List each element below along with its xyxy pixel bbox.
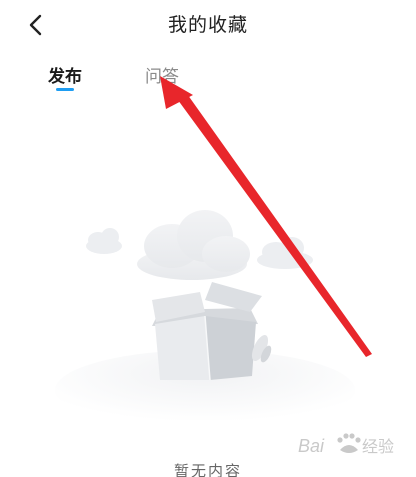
- cloud-left: [86, 228, 122, 254]
- page-title: 我的收藏: [167, 14, 248, 36]
- tab-publish[interactable]: 发布: [48, 62, 82, 87]
- svg-text:Bai: Bai: [298, 436, 325, 456]
- favorites-page: 我的收藏 发布 问答 暂无内容 Bai 经验: [0, 0, 416, 477]
- empty-box-illustration: [55, 210, 355, 420]
- cloud-center: [137, 210, 250, 280]
- svg-text:经验: 经验: [362, 437, 394, 456]
- tab-qa[interactable]: 问答: [145, 62, 179, 87]
- baidu-watermark-logo: Bai 经验: [298, 433, 394, 456]
- top-bar: 我的收藏: [0, 0, 416, 50]
- active-tab-indicator: [56, 88, 74, 91]
- tab-bar: 发布 问答: [0, 58, 416, 98]
- cloud-right: [257, 237, 313, 269]
